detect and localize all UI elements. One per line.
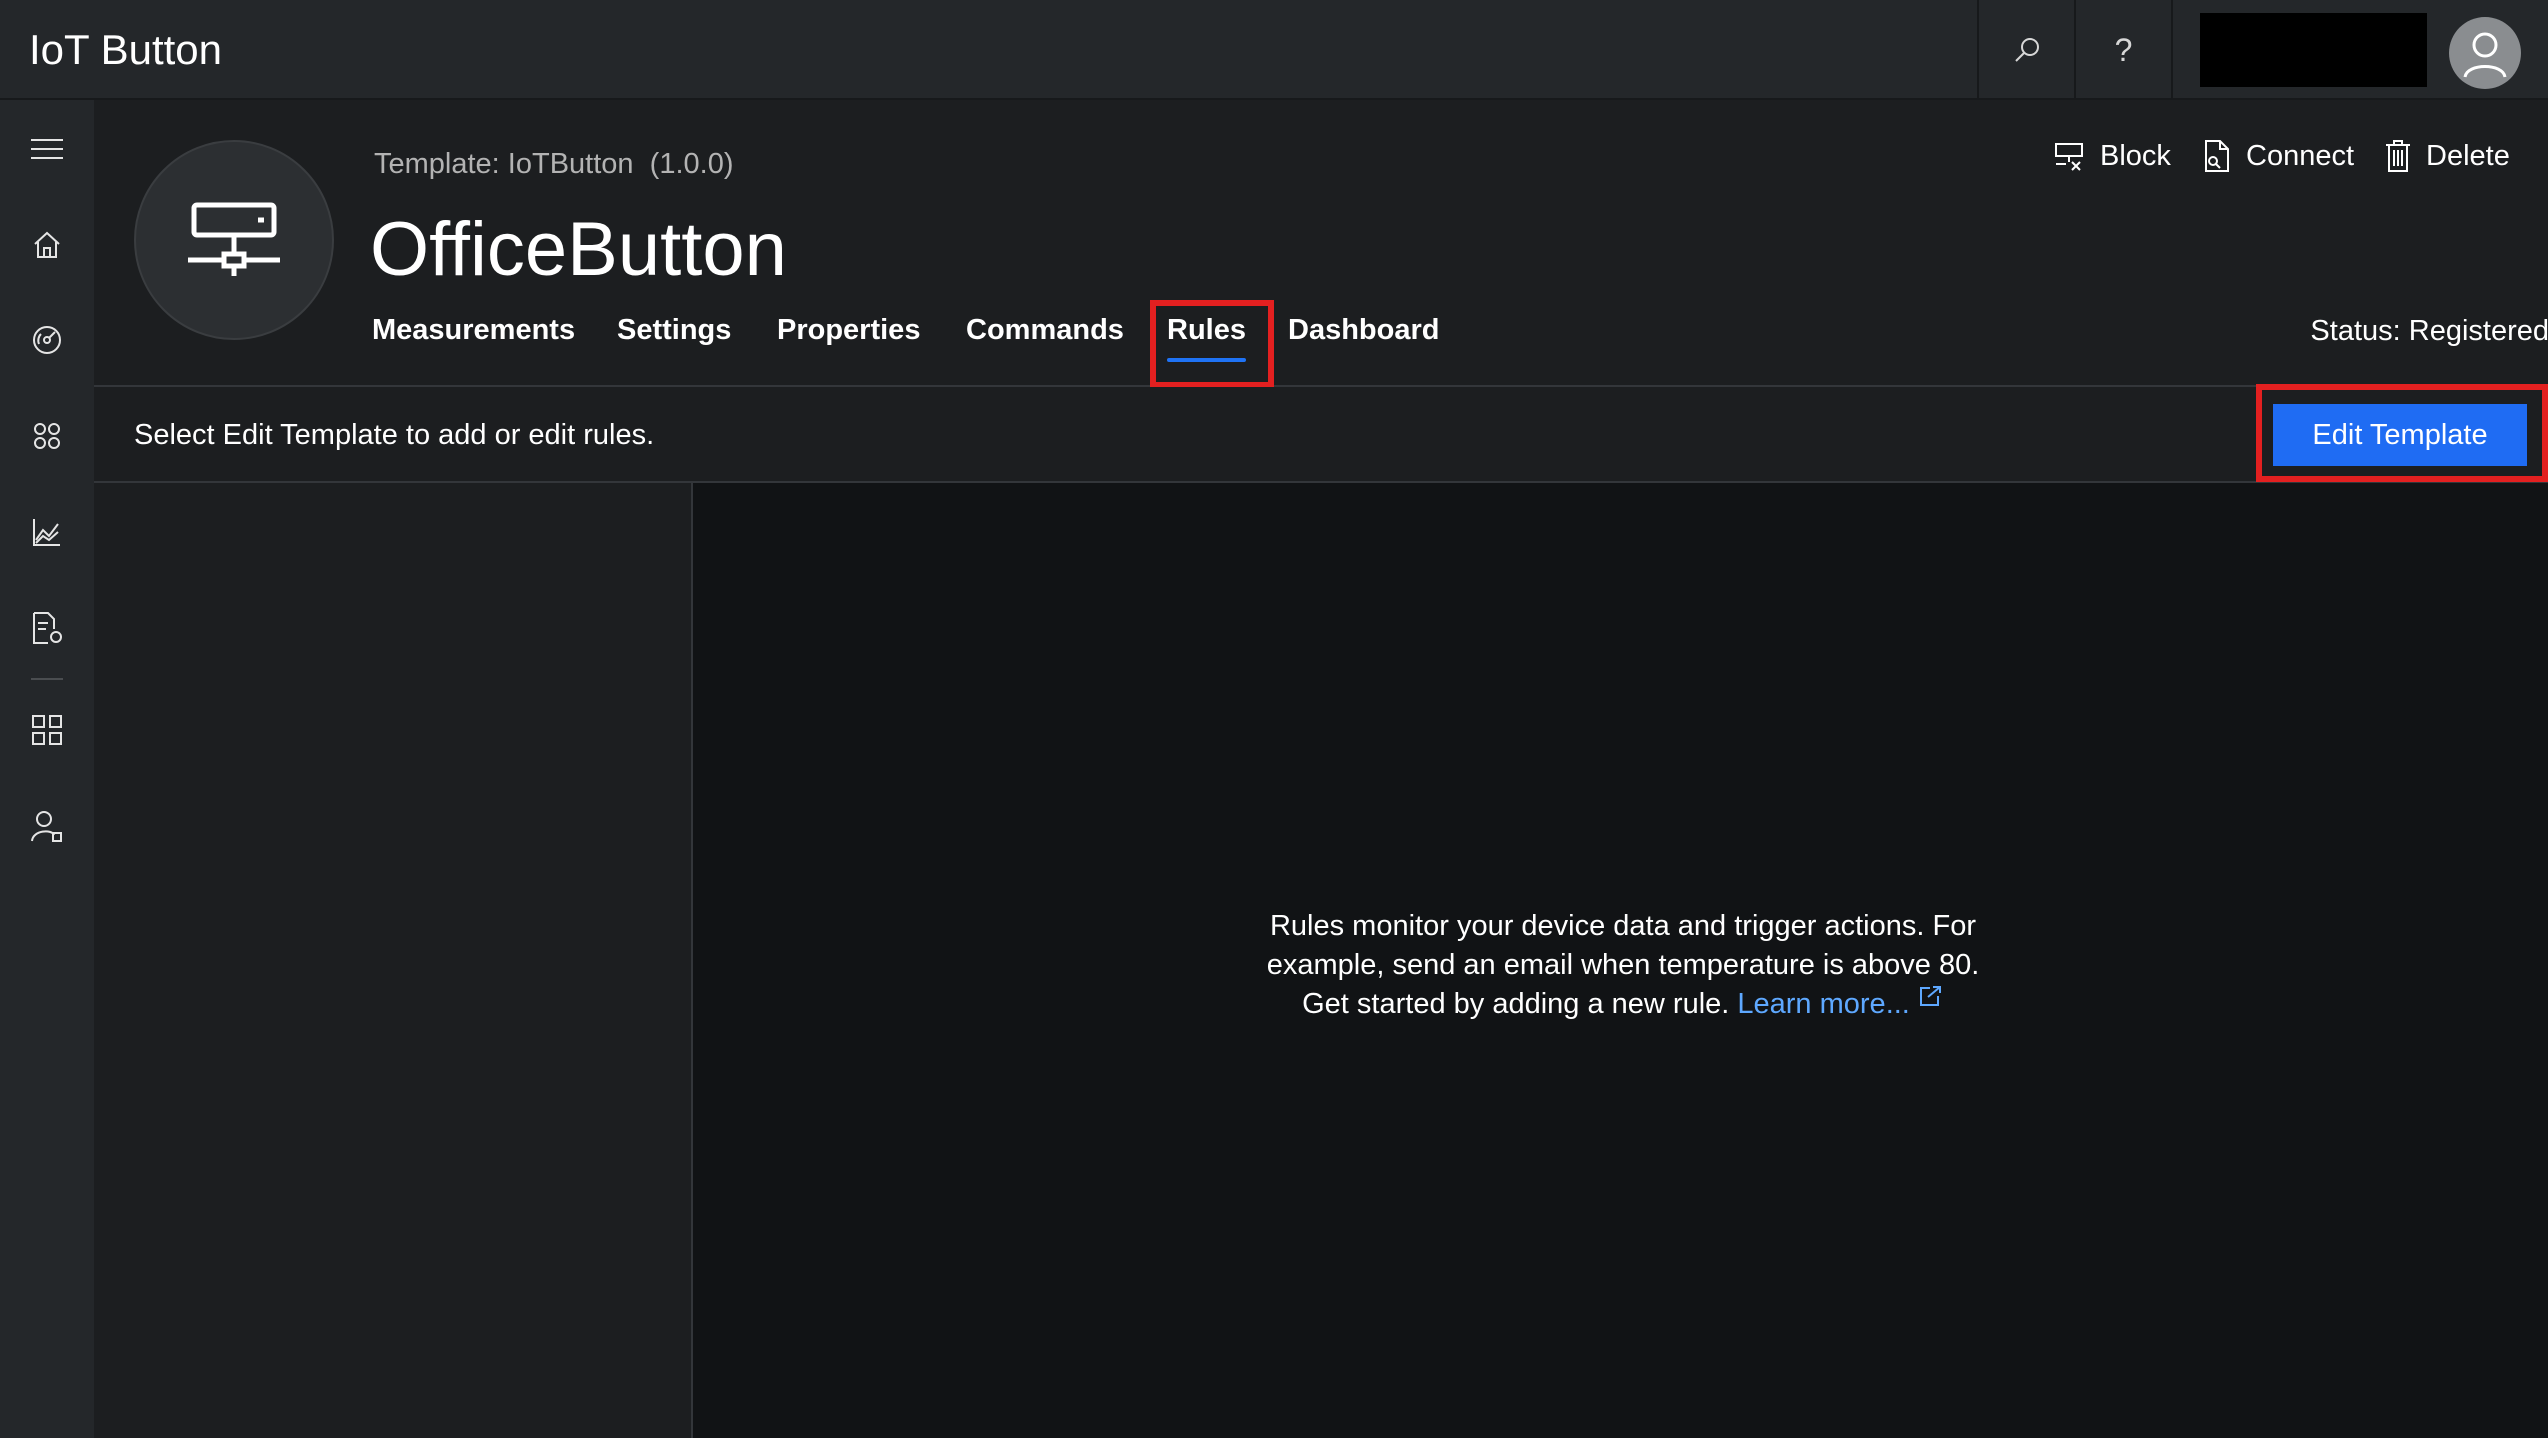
nav-device-sets[interactable] (0, 406, 94, 466)
delete-button[interactable]: Delete (2384, 134, 2510, 178)
device-icon (186, 202, 282, 278)
empty-state-message: Rules monitor your device data and trigg… (1243, 907, 2003, 1024)
home-icon (32, 230, 62, 260)
template-version: (1.0.0) (649, 148, 734, 180)
search-button[interactable] (1977, 0, 2074, 100)
connect-icon (2202, 139, 2232, 173)
nav-device-explorer[interactable] (0, 310, 94, 370)
block-label: Block (2100, 139, 2171, 172)
template-name[interactable]: IoTButton (508, 148, 634, 180)
help-button[interactable]: ? (2074, 0, 2171, 100)
nav-home[interactable] (0, 215, 94, 275)
nav-analytics[interactable] (0, 502, 94, 562)
app-title: IoT Button (29, 26, 223, 73)
device-avatar (134, 140, 334, 340)
connect-label: Connect (2246, 139, 2355, 172)
nav-jobs[interactable] (0, 598, 94, 658)
tab-rules[interactable]: Rules (1167, 314, 1246, 366)
external-link-icon (1918, 985, 1944, 1007)
account-name-box[interactable] (2200, 13, 2427, 87)
nav-menu-button[interactable] (0, 119, 94, 179)
template-info: Template: IoTButton (1.0.0) (374, 148, 734, 181)
gauge-icon (31, 324, 63, 356)
topbar-divider (2171, 0, 2173, 100)
rules-list-panel (94, 483, 693, 1438)
analytics-icon (31, 516, 63, 548)
nav-app-builder[interactable] (0, 700, 94, 760)
delete-label: Delete (2426, 139, 2510, 172)
rules-detail-panel: Rules monitor your device data and trigg… (693, 483, 2548, 1438)
edit-template-button[interactable]: Edit Template (2273, 404, 2527, 466)
tab-measurements[interactable]: Measurements (372, 314, 575, 366)
connect-button[interactable]: Connect (2202, 134, 2354, 178)
device-status: Status: Registered (2310, 315, 2548, 347)
user-avatar[interactable] (2449, 17, 2521, 89)
rules-toolbar: Select Edit Template to add or edit rule… (94, 387, 2548, 483)
left-nav (0, 100, 94, 1438)
block-button[interactable]: Block (2054, 134, 2171, 178)
block-icon (2054, 140, 2086, 172)
hamburger-icon (30, 137, 64, 161)
learn-more-label: Learn more... (1737, 988, 1910, 1020)
learn-more-link[interactable]: Learn more... (1737, 985, 1944, 1020)
help-icon: ? (2114, 31, 2133, 68)
device-sets-icon (31, 420, 63, 452)
search-icon (2012, 35, 2042, 65)
tab-commands[interactable]: Commands (966, 314, 1124, 366)
jobs-icon (30, 611, 64, 645)
nav-administration[interactable] (0, 796, 94, 856)
app-builder-icon (31, 714, 63, 746)
admin-icon (30, 809, 64, 843)
device-header: Template: IoTButton (1.0.0) OfficeButton… (94, 100, 2548, 387)
toolbar-message: Select Edit Template to add or edit rule… (134, 419, 655, 451)
template-label: Template: (374, 148, 500, 180)
device-name: OfficeButton (370, 207, 787, 292)
tab-properties[interactable]: Properties (777, 314, 920, 366)
tab-dashboard[interactable]: Dashboard (1288, 314, 1439, 366)
user-avatar-icon (2457, 25, 2513, 81)
trash-icon (2384, 139, 2412, 173)
nav-divider (31, 678, 63, 680)
top-bar: IoT Button ? (0, 0, 2548, 100)
tab-settings[interactable]: Settings (617, 314, 731, 366)
